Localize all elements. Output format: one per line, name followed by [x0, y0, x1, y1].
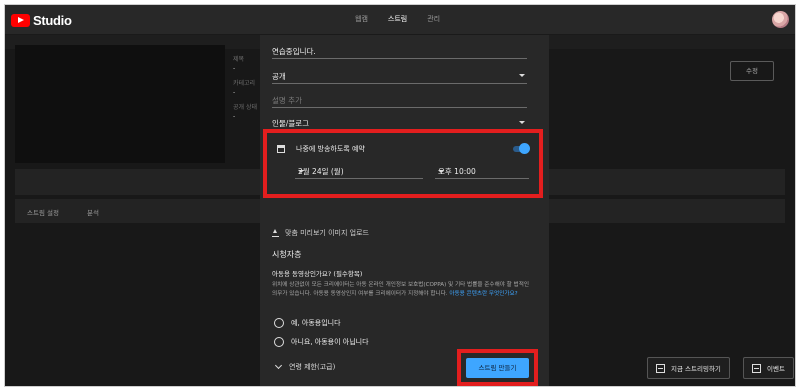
- schedule-time-select[interactable]: 오후 10:00: [435, 165, 529, 179]
- info-label-category: 카테고리: [233, 80, 256, 87]
- title-field[interactable]: 연습중입니다.: [272, 43, 527, 59]
- caret-down-icon: [519, 121, 525, 124]
- age-restriction-label: 연령 제한(고급): [289, 363, 336, 371]
- go-live-icon: [656, 363, 665, 373]
- go-live-label: 지금 스트리밍하기: [671, 365, 721, 373]
- caret-down-icon: [519, 74, 525, 77]
- visibility-value: 공개: [272, 72, 286, 81]
- stream-preview: [15, 45, 225, 163]
- schedule-highlight: 나중에 방송하도록 예약 2월 24일 (월) 오후 10:00: [263, 129, 543, 198]
- radio-yes-label: 예, 아동용입니다: [291, 319, 341, 327]
- schedule-label: 나중에 방송하도록 예약: [296, 145, 365, 153]
- radio-no-label: 아니요, 아동용이 아닙니다: [291, 338, 369, 346]
- visibility-select[interactable]: 공개: [272, 68, 527, 84]
- audience-description: 위치에 상관없이 모든 크리에이터는 아동 온라인 개인정보 보호법(COPPA…: [272, 281, 534, 300]
- calendar-icon: [277, 145, 285, 153]
- avatar[interactable]: [772, 11, 789, 28]
- caret-down-icon: [298, 170, 304, 173]
- info-label-visibility: 공개 상태: [233, 104, 257, 111]
- category-value: 인물/블로그: [272, 119, 310, 128]
- studio-logo[interactable]: Studio: [11, 12, 72, 28]
- radio-circle: [274, 337, 284, 347]
- stream-info: 제목 - 카테고리 - 공개 상태 -: [233, 55, 257, 121]
- tab-stream-settings[interactable]: 스트림 설정: [27, 207, 59, 217]
- radio-not-for-kids[interactable]: 아니요, 아동용이 아닙니다: [274, 337, 369, 347]
- schedule-toggle-knob[interactable]: [519, 143, 530, 154]
- create-stream-panel: 연습중입니다. 공개 설명 추가 인물/블로그 맞춤 미리보기 이미지 업로드 …: [260, 35, 549, 386]
- title-value: 연습중입니다.: [272, 47, 316, 56]
- info-label-title: 제목: [233, 56, 245, 63]
- audience-title: 시청자층: [272, 250, 302, 259]
- tab-manage[interactable]: 관리: [427, 14, 440, 24]
- description-placeholder: 설명 추가: [272, 96, 302, 105]
- schedule-date-value: 2월 24일 (월): [298, 167, 344, 176]
- coppa-help-link[interactable]: 아동용 콘텐츠란 무엇인가요?: [449, 291, 517, 297]
- thumbnail-label: 맞춤 미리보기 이미지 업로드: [285, 229, 369, 237]
- radio-made-for-kids[interactable]: 예, 아동용입니다: [274, 318, 341, 328]
- go-live-button[interactable]: 지금 스트리밍하기: [647, 357, 730, 379]
- caret-down-icon: [438, 170, 444, 173]
- schedule-date-select[interactable]: 2월 24일 (월): [295, 165, 423, 179]
- create-stream-button[interactable]: 스트림 만들기: [466, 358, 529, 378]
- info-value-category: -: [233, 89, 236, 96]
- studio-window: Studio 웹캠 스트림 관리 제목 - 카테고리 - 공개 상태 - 수정 …: [4, 4, 796, 387]
- schedule-section: 나중에 방송하도록 예약 2월 24일 (월) 오후 10:00: [267, 133, 539, 194]
- logo-text: Studio: [33, 12, 72, 28]
- top-bar: Studio 웹캠 스트림 관리: [5, 5, 795, 35]
- upload-icon: [272, 229, 279, 237]
- chevron-down-icon: [274, 361, 283, 370]
- radio-circle: [274, 318, 284, 328]
- age-restriction-toggle[interactable]: 연령 제한(고급): [274, 361, 336, 372]
- tab-analytics[interactable]: 분석: [87, 207, 99, 217]
- event-button[interactable]: 이벤트: [743, 357, 794, 379]
- audience-question: 아동용 동영상인가요? (필수항목): [272, 270, 363, 278]
- tab-webcam[interactable]: 웹캠: [355, 14, 368, 24]
- edit-button[interactable]: 수정: [730, 61, 774, 81]
- youtube-play-icon: [11, 13, 30, 27]
- tab-stream[interactable]: 스트림: [388, 14, 407, 24]
- top-nav: 웹캠 스트림 관리: [355, 14, 440, 24]
- description-field[interactable]: 설명 추가: [272, 92, 527, 108]
- info-value-visibility: -: [233, 113, 236, 120]
- info-value-title: -: [233, 65, 236, 72]
- event-icon: [752, 363, 761, 373]
- thumbnail-upload[interactable]: 맞춤 미리보기 이미지 업로드: [272, 228, 369, 238]
- event-label: 이벤트: [767, 365, 785, 373]
